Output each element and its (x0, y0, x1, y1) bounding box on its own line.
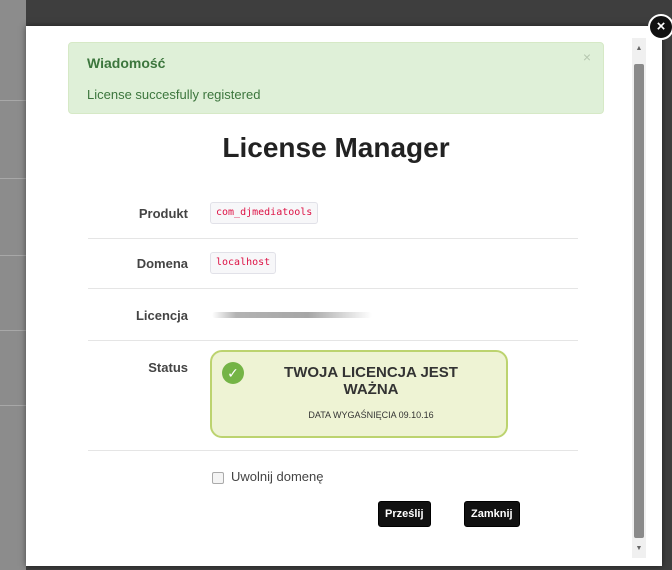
backdrop-text (0, 450, 10, 466)
license-modal: Wiadomość License succesfully registered… (26, 26, 662, 566)
row-divider (88, 288, 578, 289)
status-label: Status (148, 360, 188, 375)
backdrop-divider (0, 100, 26, 101)
backdrop-divider (0, 178, 26, 179)
modal-close-icon[interactable]: × (648, 14, 672, 40)
license-key-redacted (212, 312, 372, 318)
row-divider (88, 340, 578, 341)
check-circle-icon: ✓ (222, 362, 244, 384)
domain-label: Domena (136, 256, 188, 271)
scroll-thumb[interactable] (634, 64, 644, 538)
success-alert: Wiadomość License succesfully registered… (68, 42, 604, 114)
backdrop-page (0, 0, 26, 570)
row-divider (88, 238, 578, 239)
backdrop-text (0, 290, 10, 306)
status-box: ✓ TWOJA LICENCJA JEST WAŻNA DATA WYGAŚNI… (210, 350, 508, 438)
scrollbar[interactable]: ▲ ▼ (632, 38, 646, 558)
release-domain-checkbox[interactable] (212, 472, 224, 484)
backdrop-text (0, 212, 10, 228)
domain-value: localhost (210, 252, 277, 274)
alert-message: License succesfully registered (87, 87, 261, 102)
scroll-down-icon[interactable]: ▼ (632, 542, 646, 556)
submit-button[interactable]: Prześlij (378, 501, 431, 527)
backdrop-divider (0, 255, 26, 256)
release-domain-label[interactable]: Uwolnij domenę (231, 469, 324, 484)
row-divider (88, 450, 578, 451)
expiry-date: DATA WYGAŚNIĘCIA 09.10.16 (308, 410, 434, 420)
alert-heading: Wiadomość (87, 55, 166, 71)
page-title: License Manager (222, 132, 450, 163)
backdrop-text (0, 134, 10, 150)
alert-close-icon[interactable]: × (583, 49, 591, 65)
close-button[interactable]: Zamknij (464, 501, 520, 527)
license-label: Licencja (135, 308, 188, 323)
status-title: TWOJA LICENCJA JEST WAŻNA (284, 364, 458, 398)
backdrop-divider (0, 405, 26, 406)
product-label: Produkt (138, 206, 188, 221)
scroll-up-icon[interactable]: ▲ (632, 42, 646, 56)
backdrop-divider (0, 330, 26, 331)
product-value: com_djmediatools (210, 202, 319, 224)
